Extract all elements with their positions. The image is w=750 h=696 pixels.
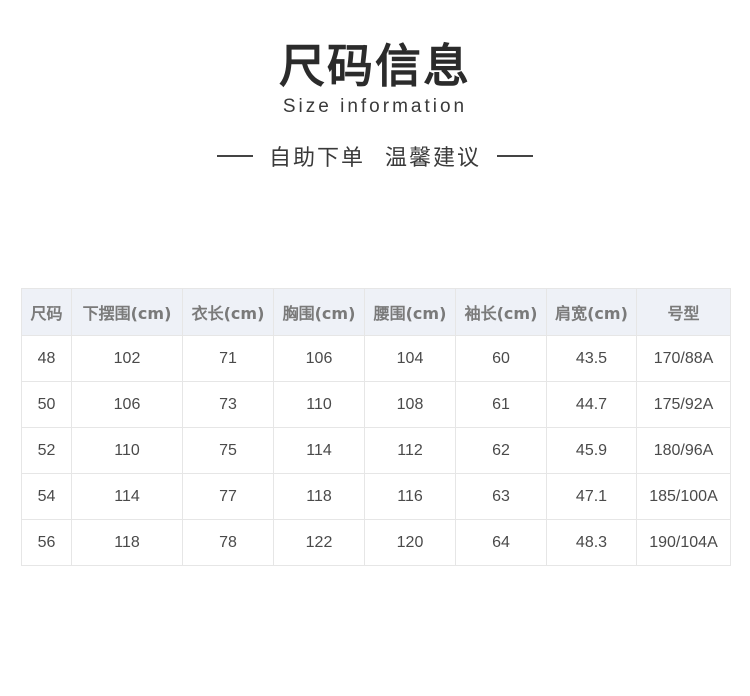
table-cell: 54 (21, 473, 72, 520)
table-cell: 75 (182, 427, 274, 474)
col-header-waist: 腰围(cm) (364, 288, 456, 336)
tagline-right: 温馨建议 (385, 146, 482, 171)
table-cell: 64 (455, 519, 547, 566)
table-cell: 77 (182, 473, 274, 520)
table-cell: 43.5 (546, 335, 637, 382)
table-cell: 47.1 (546, 473, 637, 520)
size-table: 尺码 下摆围(cm) 衣长(cm) 胸围(cm) 腰围(cm) 袖长(cm) 肩… (21, 288, 731, 566)
tagline-row: 自助下单 温馨建议 (0, 140, 750, 172)
page-title: 尺码信息 (279, 39, 471, 93)
table-cell: 114 (71, 473, 183, 520)
tagline: 自助下单 温馨建议 (269, 140, 481, 172)
table-cell: 62 (455, 427, 547, 474)
table-cell: 104 (364, 335, 456, 382)
table-cell: 112 (364, 427, 456, 474)
table-cell: 102 (71, 335, 183, 382)
table-cell: 106 (273, 335, 365, 382)
table-cell: 110 (273, 381, 365, 428)
table-cell: 61 (455, 381, 547, 428)
table-row: 50 106 73 110 108 61 44.7 175/92A (21, 381, 731, 428)
table-header-row: 尺码 下摆围(cm) 衣长(cm) 胸围(cm) 腰围(cm) 袖长(cm) 肩… (21, 288, 731, 336)
col-header-length: 衣长(cm) (182, 288, 274, 336)
table-cell: 118 (71, 519, 183, 566)
table-cell: 60 (455, 335, 547, 382)
table-row: 48 102 71 106 104 60 43.5 170/88A (21, 335, 731, 382)
table-cell: 48.3 (546, 519, 637, 566)
col-header-fit: 号型 (636, 288, 731, 336)
table-row: 54 114 77 118 116 63 47.1 185/100A (21, 473, 731, 520)
col-header-shoulder: 肩宽(cm) (546, 288, 637, 336)
col-header-hem: 下摆围(cm) (71, 288, 183, 336)
table-cell: 56 (21, 519, 72, 566)
table-cell: 73 (182, 381, 274, 428)
table-cell: 122 (273, 519, 365, 566)
table-cell: 45.9 (546, 427, 637, 474)
table-cell: 110 (71, 427, 183, 474)
table-cell: 118 (273, 473, 365, 520)
table-cell: 44.7 (546, 381, 637, 428)
table-cell: 180/96A (636, 427, 731, 474)
table-cell: 120 (364, 519, 456, 566)
table-cell: 50 (21, 381, 72, 428)
table-cell: 106 (71, 381, 183, 428)
table-cell: 48 (21, 335, 72, 382)
col-header-sleeve: 袖长(cm) (455, 288, 547, 336)
table-row: 52 110 75 114 112 62 45.9 180/96A (21, 427, 731, 474)
table-cell: 71 (182, 335, 274, 382)
table-cell: 185/100A (636, 473, 731, 520)
table-cell: 170/88A (636, 335, 731, 382)
tagline-left: 自助下单 (268, 146, 365, 171)
table-cell: 175/92A (636, 381, 731, 428)
table-cell: 190/104A (636, 519, 731, 566)
left-divider (216, 155, 253, 157)
table-row: 56 118 78 122 120 64 48.3 190/104A (21, 519, 731, 566)
table-cell: 52 (21, 427, 72, 474)
page-subtitle: Size information (282, 96, 468, 117)
table-cell: 116 (364, 473, 456, 520)
right-divider (497, 155, 534, 157)
table-cell: 114 (273, 427, 365, 474)
table-cell: 78 (182, 519, 274, 566)
col-header-size: 尺码 (21, 288, 72, 336)
col-header-chest: 胸围(cm) (273, 288, 365, 336)
table-cell: 108 (364, 381, 456, 428)
table-cell: 63 (455, 473, 547, 520)
